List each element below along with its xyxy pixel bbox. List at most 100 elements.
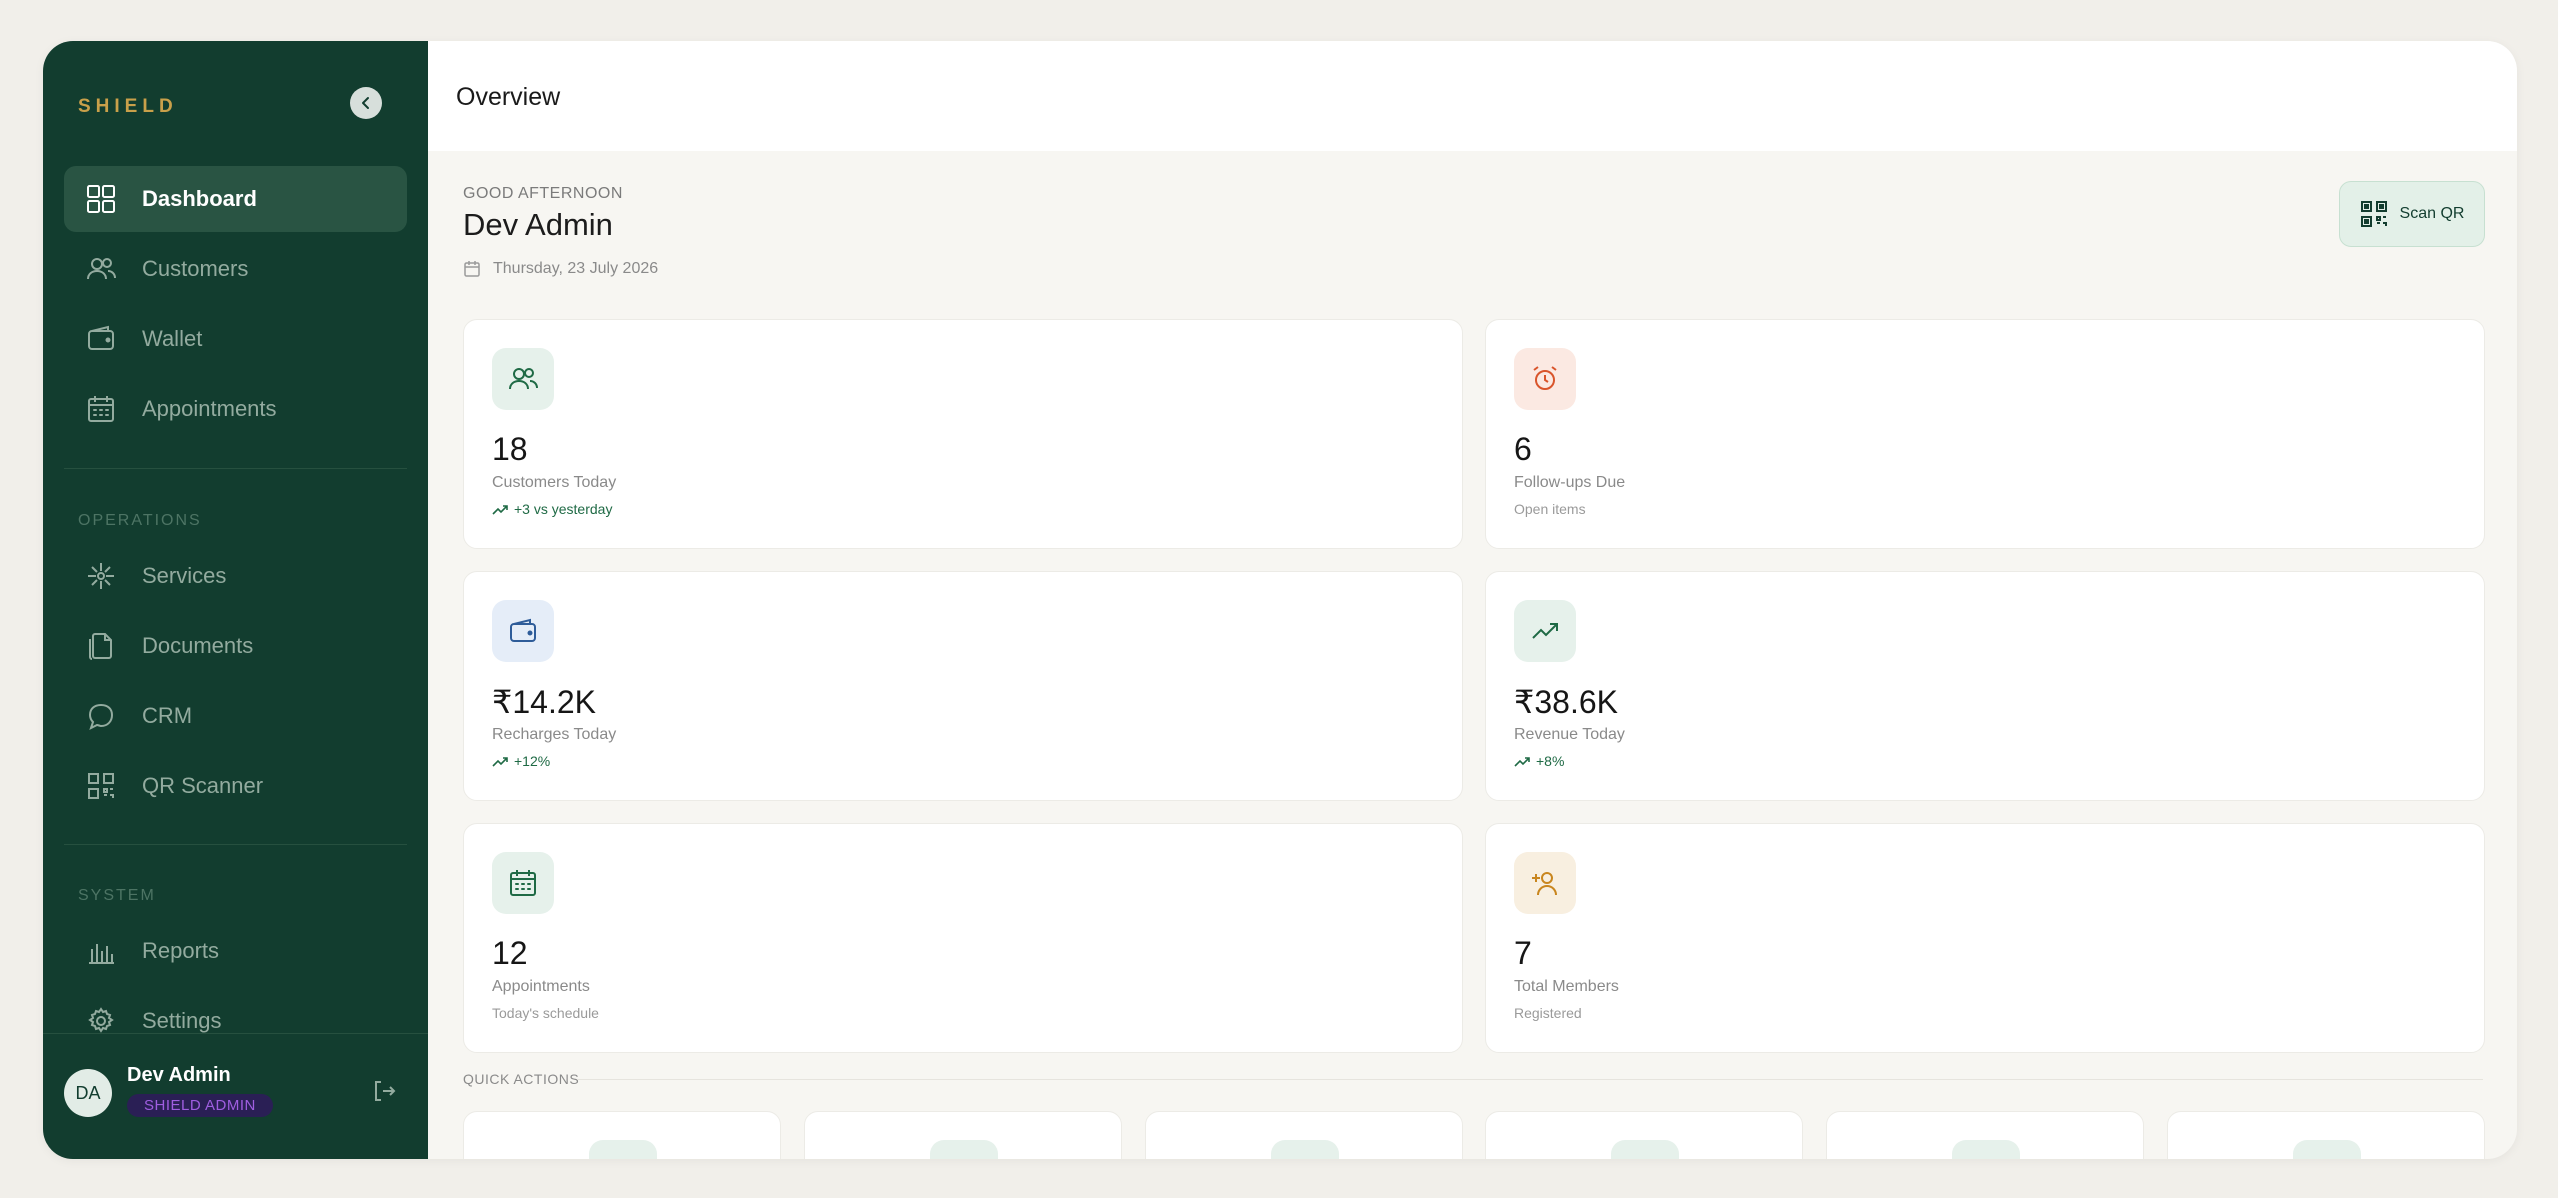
quick-action-icon <box>1271 1140 1339 1159</box>
nav-label: Settings <box>142 1008 222 1033</box>
calendar-icon <box>84 392 118 426</box>
nav-label: Services <box>142 563 227 588</box>
quick-actions-divider <box>578 1079 2483 1080</box>
stat-sub: Open items <box>1514 501 1586 517</box>
brand-logo: SHIELD <box>78 96 178 117</box>
trending-up-icon <box>492 755 508 767</box>
nav-item-services[interactable]: Services <box>64 543 407 609</box>
stat-sub: +3 vs yesterday <box>514 501 613 517</box>
scan-qr-button[interactable]: Scan QR <box>2339 181 2485 247</box>
avatar[interactable]: DA <box>64 1069 112 1117</box>
nav-item-crm[interactable]: CRM <box>64 683 407 749</box>
quick-action-card[interactable] <box>1485 1111 1803 1159</box>
logout-button[interactable] <box>371 1078 397 1109</box>
section-label-system: SYSTEM <box>78 887 156 904</box>
nav-item-appointments[interactable]: Appointments <box>64 376 407 442</box>
quick-action-card[interactable] <box>1145 1111 1463 1159</box>
stat-card-recharges[interactable]: ₹14.2K Recharges Today +12% <box>463 571 1463 801</box>
stat-label: Follow-ups Due <box>1514 474 1626 491</box>
stat-label: Total Members <box>1514 978 1619 995</box>
role-badge: SHIELD ADMIN <box>127 1094 273 1117</box>
nav-item-wallet[interactable]: Wallet <box>64 306 407 372</box>
nav-item-reports[interactable]: Reports <box>64 918 407 984</box>
section-label-operations: OPERATIONS <box>78 512 202 529</box>
flower-icon <box>84 559 118 593</box>
stat-sub: +12% <box>514 753 551 769</box>
nav-item-documents[interactable]: Documents <box>64 613 407 679</box>
app-window: SHIELD Dashboard Customers Wallet Appoin… <box>43 41 2517 1159</box>
nav-label: QR Scanner <box>142 773 264 798</box>
stat-card-appointments[interactable]: 12 Appointments Today's schedule <box>463 823 1463 1053</box>
documents-icon <box>84 629 118 663</box>
grid-icon <box>84 182 118 216</box>
calendar-icon <box>463 260 481 278</box>
nav-label: CRM <box>142 703 193 728</box>
nav-item-dashboard[interactable]: Dashboard <box>64 166 407 232</box>
stat-value: 18 <box>492 431 528 467</box>
stat-sub: Registered <box>1514 1005 1582 1021</box>
chat-icon <box>84 699 118 733</box>
top-bar: Overview <box>428 41 2517 151</box>
stat-label: Customers Today <box>492 474 617 491</box>
users-icon <box>84 252 118 286</box>
alarm-clock-icon <box>1514 348 1576 410</box>
user-plus-icon <box>1514 852 1576 914</box>
stat-card-customers[interactable]: 18 Customers Today +3 vs yesterday <box>463 319 1463 549</box>
stat-trend: +8% <box>1514 753 1564 769</box>
chevron-left-icon <box>362 97 369 109</box>
nav-item-customers[interactable]: Customers <box>64 236 407 302</box>
nav-label: Dashboard <box>142 186 257 211</box>
sidebar-divider <box>64 468 407 469</box>
quick-action-icon <box>1611 1140 1679 1159</box>
greeting: GOOD AFTERNOON <box>463 185 623 202</box>
nav-item-qr-scanner[interactable]: QR Scanner <box>64 753 407 819</box>
quick-action-icon <box>930 1140 998 1159</box>
quick-action-card[interactable] <box>463 1111 781 1159</box>
welcome-name: Dev Admin <box>463 207 613 242</box>
scan-qr-label: Scan QR <box>2399 205 2465 222</box>
quick-action-card[interactable] <box>804 1111 1122 1159</box>
collapse-sidebar-button[interactable] <box>350 87 382 119</box>
stat-card-follow-ups[interactable]: 6 Follow-ups Due Open items <box>1485 319 2485 549</box>
stat-label: Revenue Today <box>1514 726 1625 743</box>
stat-trend: +3 vs yesterday <box>492 501 612 517</box>
date-text: Thursday, 23 July 2026 <box>493 260 659 277</box>
stat-value: 7 <box>1514 935 1532 971</box>
page-title: Overview <box>456 83 561 111</box>
quick-action-icon <box>589 1140 657 1159</box>
current-date: Thursday, 23 July 2026 <box>463 260 658 278</box>
quick-action-icon <box>2293 1140 2361 1159</box>
stat-sub: +8% <box>1536 753 1565 769</box>
wallet-icon <box>84 322 118 356</box>
stat-label: Appointments <box>492 978 590 995</box>
stat-value: ₹14.2K <box>492 684 596 720</box>
stat-card-revenue[interactable]: ₹38.6K Revenue Today +8% <box>1485 571 2485 801</box>
stat-sub: Today's schedule <box>492 1005 599 1021</box>
stat-value: 6 <box>1514 431 1532 467</box>
bar-chart-icon <box>84 934 118 968</box>
trending-up-icon <box>1514 600 1576 662</box>
nav-label: Reports <box>142 938 220 963</box>
stat-trend: +12% <box>492 753 550 769</box>
logout-icon <box>375 1081 396 1101</box>
stat-card-members[interactable]: 7 Total Members Registered <box>1485 823 2485 1053</box>
trending-up-icon <box>492 503 508 515</box>
qr-icon <box>84 769 118 803</box>
wallet-icon <box>492 600 554 662</box>
quick-action-card[interactable] <box>2167 1111 2485 1159</box>
quick-action-card[interactable] <box>1826 1111 2144 1159</box>
nav-label: Appointments <box>142 396 277 421</box>
nav-label: Customers <box>142 256 249 281</box>
main-content: Overview GOOD AFTERNOON Dev Admin Thursd… <box>428 41 2517 1159</box>
stat-value: 12 <box>492 935 528 971</box>
qr-icon <box>2360 200 2388 228</box>
users-icon <box>492 348 554 410</box>
user-name: Dev Admin <box>127 1064 231 1086</box>
nav-label: Wallet <box>142 326 203 351</box>
sidebar: SHIELD Dashboard Customers Wallet Appoin… <box>43 41 428 1159</box>
stat-value: ₹38.6K <box>1514 684 1618 720</box>
user-profile: DA Dev Admin SHIELD ADMIN <box>43 1033 428 1159</box>
quick-action-icon <box>1952 1140 2020 1159</box>
stat-label: Recharges Today <box>492 726 617 743</box>
sidebar-divider <box>64 844 407 845</box>
